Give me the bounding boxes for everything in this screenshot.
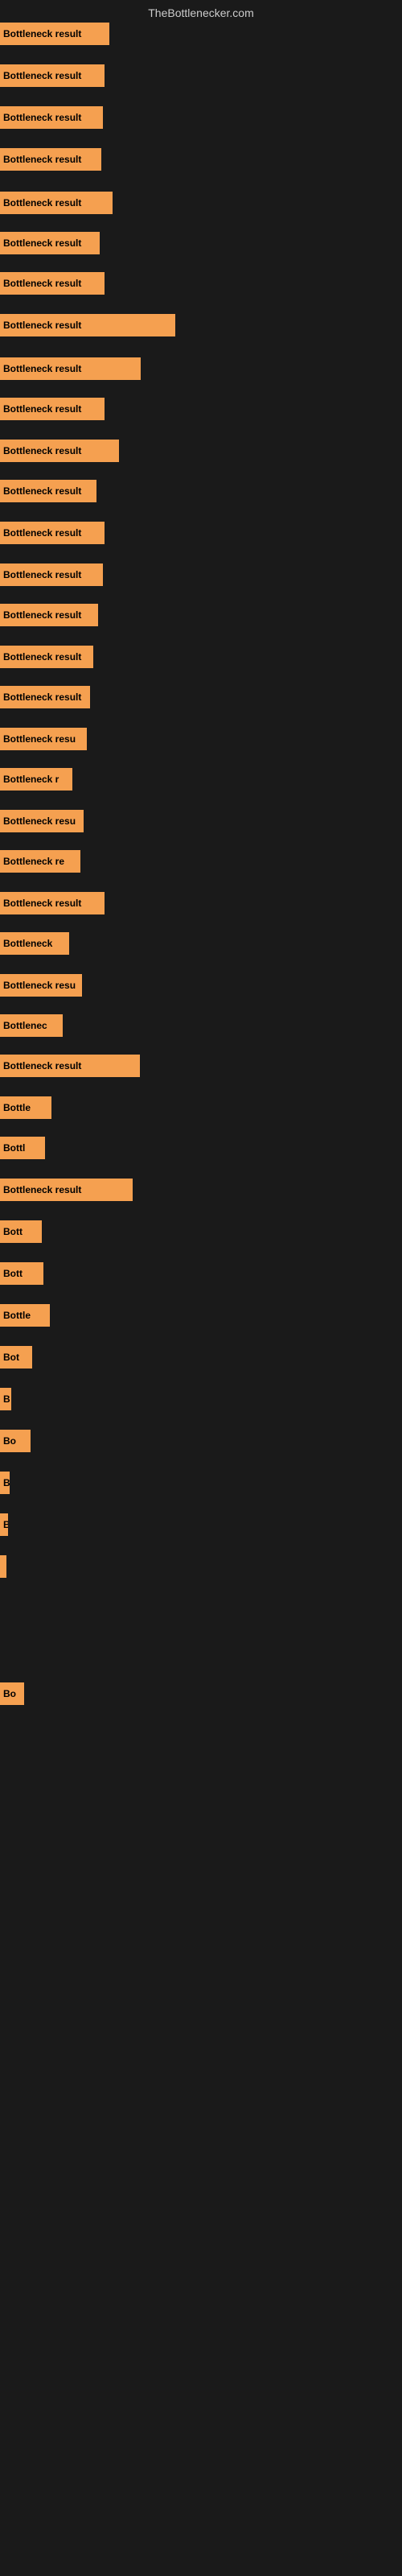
bottleneck-label: Bottleneck result: [3, 651, 81, 663]
bottleneck-bar: Bottleneck result: [0, 357, 141, 380]
bottleneck-label: Bottleneck resu: [3, 733, 76, 745]
bottleneck-bar: Bottl: [0, 1137, 45, 1159]
bottleneck-bar: Bo: [0, 1682, 24, 1705]
bottleneck-bar: Bot: [0, 1346, 32, 1368]
bottleneck-bar: Bottleneck result: [0, 1055, 140, 1077]
bottleneck-label: B: [3, 1477, 10, 1488]
bottleneck-label: Bottleneck result: [3, 691, 81, 703]
bottleneck-label: Bottleneck result: [3, 1184, 81, 1195]
bottleneck-label: Bottleneck re: [3, 856, 64, 867]
bottleneck-label: Bottleneck result: [3, 112, 81, 123]
bottleneck-bar: Bottleneck result: [0, 646, 93, 668]
bottleneck-bar: Bottleneck resu: [0, 810, 84, 832]
bottleneck-bar: Bottleneck result: [0, 398, 105, 420]
bottleneck-label: Bottleneck result: [3, 485, 81, 497]
bottleneck-label: Bottle: [3, 1102, 31, 1113]
bottleneck-label: Bottl: [3, 1142, 25, 1154]
bottleneck-label: Bottleneck r: [3, 774, 59, 785]
bottleneck-label: B: [3, 1393, 10, 1405]
bottleneck-bar: Bottleneck resu: [0, 728, 87, 750]
bottleneck-label: Bottleneck result: [3, 154, 81, 165]
bottleneck-label: Bo: [3, 1688, 16, 1699]
bottleneck-label: B: [3, 1519, 8, 1530]
bottleneck-bar: Bott: [0, 1262, 43, 1285]
bottleneck-label: Bottleneck resu: [3, 815, 76, 827]
bottleneck-bar: Bottleneck re: [0, 850, 80, 873]
bottleneck-label: Bo: [3, 1435, 16, 1447]
bottleneck-label: Bottleneck resu: [3, 980, 76, 991]
bottleneck-bar: Bottleneck: [0, 932, 69, 955]
bottleneck-bar: Bottle: [0, 1096, 51, 1119]
bottleneck-bar: Bottleneck result: [0, 272, 105, 295]
bottleneck-label: Bottleneck result: [3, 197, 81, 208]
bottleneck-bar: Bottleneck result: [0, 564, 103, 586]
bottleneck-bar: B: [0, 1513, 8, 1536]
bottleneck-label: Bottleneck result: [3, 237, 81, 249]
bottleneck-bar: Bottleneck result: [0, 314, 175, 336]
bottleneck-bar: Bottleneck result: [0, 522, 105, 544]
bottleneck-bar: Bottle: [0, 1304, 50, 1327]
bottleneck-label: Bottleneck result: [3, 1060, 81, 1071]
bottleneck-bar: Bott: [0, 1220, 42, 1243]
bottleneck-label: Bottleneck result: [3, 569, 81, 580]
bottleneck-bar: [0, 1555, 6, 1578]
bottleneck-label: Bottleneck result: [3, 403, 81, 415]
bottleneck-bar: Bottleneck result: [0, 106, 103, 129]
bottleneck-bar: B: [0, 1388, 11, 1410]
bottleneck-bar: B: [0, 1472, 10, 1494]
bottleneck-label: Bottleneck result: [3, 28, 81, 39]
bottleneck-bar: Bottleneck result: [0, 1179, 133, 1201]
bottleneck-bar: Bottleneck result: [0, 192, 113, 214]
bottleneck-bar: Bottleneck result: [0, 148, 101, 171]
bottleneck-bar: Bottleneck result: [0, 64, 105, 87]
bottleneck-label: Bott: [3, 1268, 23, 1279]
bottleneck-bar: Bottleneck resu: [0, 974, 82, 997]
bottleneck-bar: Bottleneck result: [0, 440, 119, 462]
bottleneck-bar: Bottleneck r: [0, 768, 72, 791]
bottleneck-bar: Bo: [0, 1430, 31, 1452]
bottleneck-bar: Bottleneck result: [0, 232, 100, 254]
bottleneck-label: Bottleneck result: [3, 445, 81, 456]
bottleneck-bar: Bottleneck result: [0, 23, 109, 45]
bottleneck-label: Bott: [3, 1226, 23, 1237]
site-title: TheBottlenecker.com: [0, 6, 402, 19]
bottleneck-bar: Bottleneck result: [0, 892, 105, 914]
bottleneck-label: Bottleneck result: [3, 363, 81, 374]
bottleneck-label: Bottle: [3, 1310, 31, 1321]
bottleneck-bar: Bottleneck result: [0, 480, 96, 502]
bottleneck-label: Bottleneck result: [3, 609, 81, 621]
bottleneck-label: Bot: [3, 1352, 19, 1363]
bottleneck-bar: Bottleneck result: [0, 686, 90, 708]
bottleneck-bar: Bottlenec: [0, 1014, 63, 1037]
bottleneck-label: Bottleneck result: [3, 70, 81, 81]
bottleneck-label: Bottleneck result: [3, 278, 81, 289]
bottleneck-label: Bottlenec: [3, 1020, 47, 1031]
bottleneck-label: Bottleneck result: [3, 320, 81, 331]
bottleneck-label: Bottleneck result: [3, 898, 81, 909]
bottleneck-label: Bottleneck result: [3, 527, 81, 539]
bottleneck-label: Bottleneck: [3, 938, 52, 949]
bottleneck-bar: Bottleneck result: [0, 604, 98, 626]
